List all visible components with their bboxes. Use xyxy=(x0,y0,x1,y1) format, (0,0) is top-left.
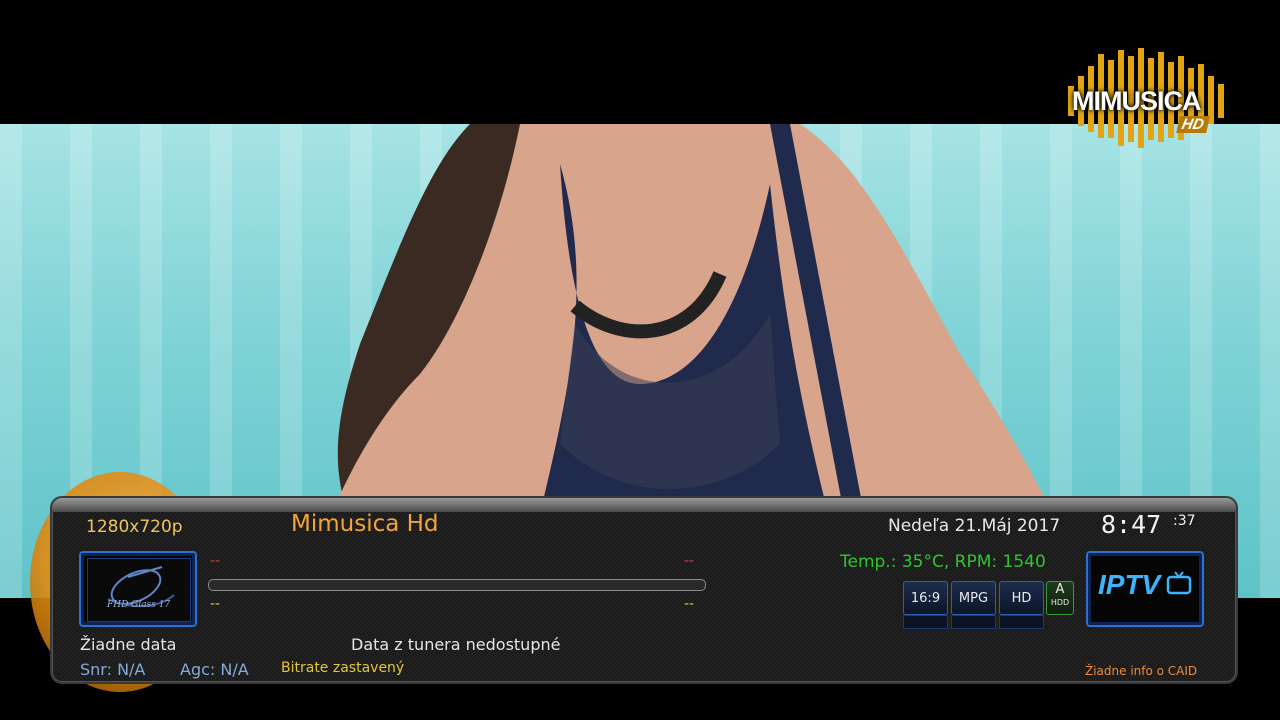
caid-info: Žiadne info o CAID xyxy=(1085,664,1198,678)
hdd-badge-letter: A xyxy=(1055,582,1065,597)
event-next-remaining: -- xyxy=(684,596,695,612)
badge-reflection xyxy=(999,615,1044,629)
tuner-status: Data z tunera nedostupné xyxy=(351,635,561,654)
bitrate-status: Bitrate zastavený xyxy=(281,660,405,676)
hd-badge: HD xyxy=(999,581,1044,615)
iptv-logo-text: IPTV xyxy=(1098,569,1161,600)
resolution-label: 1280x720p xyxy=(86,517,183,537)
clock-time: 8:47 xyxy=(1101,510,1162,539)
aspect-ratio-badge: 16:9 xyxy=(903,581,948,615)
snr-value: Snr: N/A xyxy=(80,660,146,679)
hdd-badge-label: HDD xyxy=(1050,598,1070,607)
infobar-top-edge xyxy=(52,498,1236,512)
temperature-status: Temp.: 35°C, RPM: 1540 xyxy=(840,552,1046,572)
event-now-time: -- xyxy=(210,553,221,569)
event-next-time: -- xyxy=(210,596,221,612)
clock-seconds: :37 xyxy=(1173,513,1196,529)
picon-label: FHD Glass 17 xyxy=(107,600,171,610)
tv-icon xyxy=(1166,571,1192,595)
event-now-remaining: -- xyxy=(684,553,695,569)
date-label: Nedeľa 21.Máj 2017 xyxy=(888,516,1061,536)
channel-name: Mimusica Hd xyxy=(291,511,439,537)
iptv-logo: IPTV xyxy=(1086,551,1204,627)
channel-picon: FHD Glass 17 xyxy=(79,551,197,627)
channel-logo-text: MIMUSICA xyxy=(1072,86,1201,116)
agc-value: Agc: N/A xyxy=(180,660,249,679)
hdd-badge: A HDD xyxy=(1046,581,1074,615)
codec-badge: MPG xyxy=(951,581,996,615)
badge-reflection xyxy=(903,615,948,629)
satellite-icon xyxy=(87,558,191,622)
epg-no-data: Žiadne data xyxy=(80,635,177,654)
badge-reflection xyxy=(951,615,996,629)
event-progress-bar xyxy=(208,579,706,591)
channel-logo-hd-badge: HD xyxy=(1176,116,1210,133)
